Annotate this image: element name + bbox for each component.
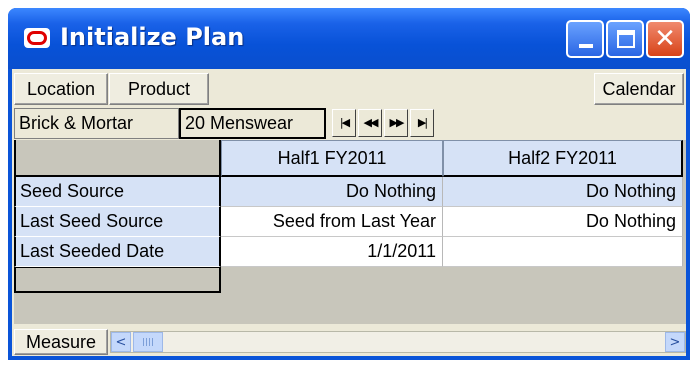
cell-last-seed-source-half2[interactable]: Do Nothing [443, 207, 683, 237]
measure-grid: Half1 FY2011 Half2 FY2011 Seed Source Do… [14, 140, 686, 324]
calendar-button[interactable]: Calendar [594, 73, 684, 105]
row-header-seed-source[interactable]: Seed Source [14, 177, 221, 207]
product-page-value[interactable]: 20 Menswear [179, 108, 326, 139]
maximize-button[interactable] [606, 20, 644, 58]
minimize-icon [579, 44, 593, 48]
close-icon: ✕ [654, 24, 676, 54]
minimize-button[interactable] [566, 20, 604, 58]
maximize-icon [617, 30, 635, 48]
last-page-icon[interactable]: ▶| [410, 109, 434, 137]
scrollbar-thumb[interactable] [133, 332, 163, 352]
cell-seed-source-half2[interactable]: Do Nothing [443, 177, 683, 207]
row-header-last-seed-source[interactable]: Last Seed Source [14, 207, 221, 237]
row-header-spacer [14, 267, 221, 293]
measure-button[interactable]: Measure [14, 329, 108, 355]
cell-seed-source-half1[interactable]: Do Nothing [221, 177, 443, 207]
grid-corner [14, 140, 221, 177]
title-bar[interactable]: Initialize Plan ✕ [8, 8, 690, 69]
first-page-icon[interactable]: |◀ [332, 109, 356, 137]
product-button[interactable]: Product [109, 73, 209, 105]
window-title: Initialize Plan [60, 23, 245, 51]
next-page-icon[interactable]: ▶▶ [384, 109, 408, 137]
page-navigation: |◀ ◀◀ ▶▶ ▶| [332, 109, 434, 137]
scroll-right-icon[interactable]: > [665, 332, 685, 352]
grip-icon [143, 338, 153, 346]
page-selector: Brick & Mortar 20 Menswear [14, 108, 326, 139]
cell-last-seed-source-half1[interactable]: Seed from Last Year [221, 207, 443, 237]
column-header-half1[interactable]: Half1 FY2011 [221, 140, 443, 177]
location-button[interactable]: Location [14, 73, 108, 105]
scroll-left-icon[interactable]: < [111, 332, 131, 352]
oracle-logo-icon [24, 28, 50, 48]
initialize-plan-window: Initialize Plan ✕ Location Product Calen… [8, 8, 690, 360]
location-page-value[interactable]: Brick & Mortar [14, 108, 179, 139]
previous-page-icon[interactable]: ◀◀ [358, 109, 382, 137]
row-header-last-seeded-date[interactable]: Last Seeded Date [14, 237, 221, 267]
horizontal-scrollbar[interactable]: < > [110, 331, 686, 353]
cell-last-seeded-date-half2[interactable] [443, 237, 683, 267]
window-client-area: Location Product Calendar Brick & Mortar… [12, 69, 686, 356]
close-button[interactable]: ✕ [646, 20, 684, 58]
column-header-half2[interactable]: Half2 FY2011 [443, 140, 683, 177]
cell-last-seeded-date-half1[interactable]: 1/1/2011 [221, 237, 443, 267]
